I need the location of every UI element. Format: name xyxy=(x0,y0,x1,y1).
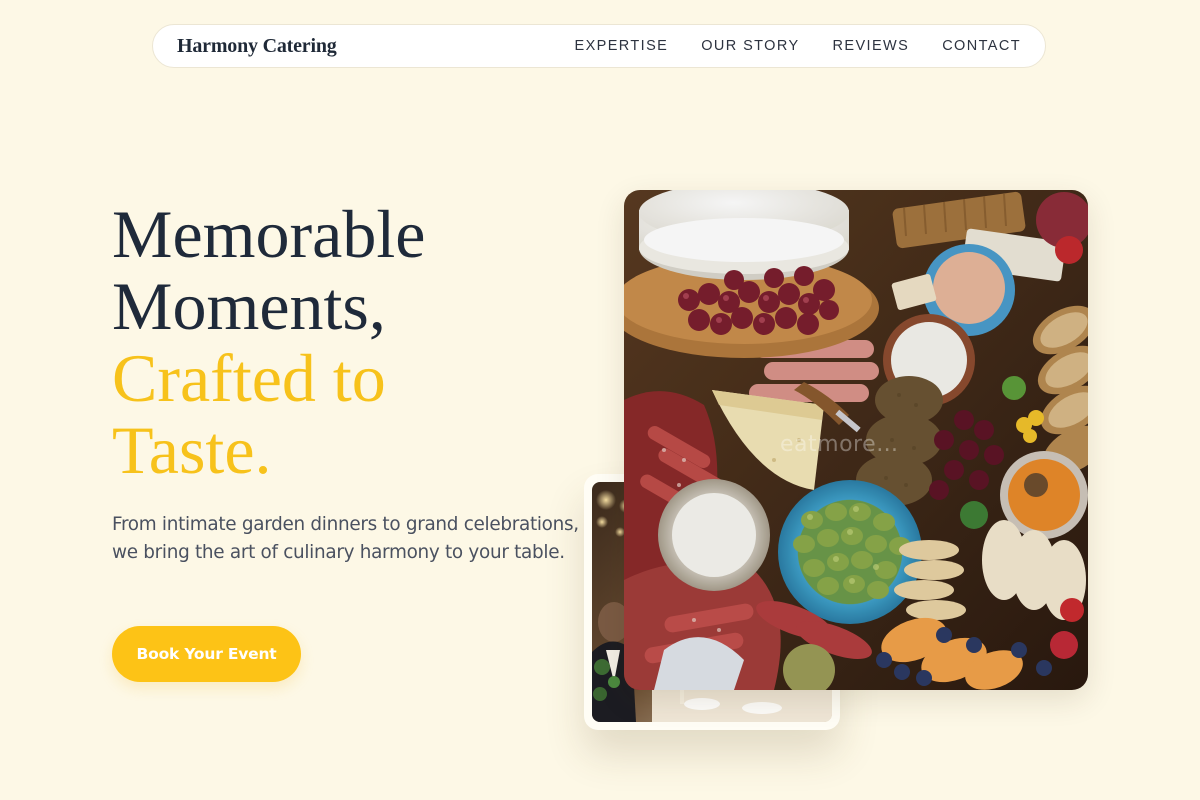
hero-title-accent-line: Crafted to xyxy=(112,340,386,416)
hero-title: Memorable Moments, Crafted to Taste. xyxy=(112,198,425,486)
hero-title-line: Moments, xyxy=(112,268,386,344)
nav-link-expertise[interactable]: EXPERTISE xyxy=(575,38,669,54)
image-watermark: eatmore… xyxy=(780,432,899,457)
brand-logo[interactable]: Harmony Catering xyxy=(177,35,337,58)
nav-link-our-story[interactable]: OUR STORY xyxy=(701,38,799,54)
hero-title-line: Memorable xyxy=(112,196,426,272)
nav-link-reviews[interactable]: REVIEWS xyxy=(833,38,910,54)
nav-link-contact[interactable]: CONTACT xyxy=(942,38,1021,54)
top-navbar: Harmony Catering EXPERTISE OUR STORY REV… xyxy=(152,24,1046,68)
nav-links: EXPERTISE OUR STORY REVIEWS CONTACT xyxy=(575,38,1022,54)
book-event-button[interactable]: Book Your Event xyxy=(112,626,301,682)
hero-title-accent-line: Taste. xyxy=(112,412,272,488)
charcuterie-board-photo: eatmore… xyxy=(624,190,1088,690)
hero-subtitle: From intimate garden dinners to grand ce… xyxy=(112,514,579,563)
